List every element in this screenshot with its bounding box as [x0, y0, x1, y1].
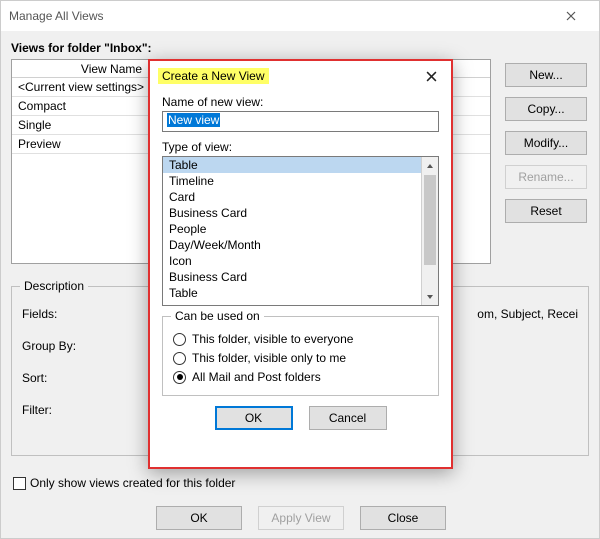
copy-button[interactable]: Copy...: [505, 97, 587, 121]
chevron-down-icon: [426, 293, 434, 301]
list-item[interactable]: Table: [163, 157, 421, 173]
list-item[interactable]: Icon: [163, 253, 421, 269]
list-item[interactable]: Timeline: [163, 173, 421, 189]
usedon-label-2: This folder, visible only to me: [192, 351, 346, 365]
only-show-label: Only show views created for this folder: [30, 476, 235, 490]
description-legend: Description: [20, 279, 88, 293]
cnv-titlebar: Create a New View: [150, 61, 451, 91]
list-item[interactable]: Card: [163, 189, 421, 205]
mav-titlebar: Manage All Views: [1, 1, 599, 31]
new-button[interactable]: New...: [505, 63, 587, 87]
chevron-up-icon: [426, 162, 434, 170]
cnv-title: Create a New View: [158, 68, 269, 84]
create-new-view-dialog: Create a New View Name of new view: New …: [148, 59, 453, 469]
scroll-up-button[interactable]: [422, 157, 438, 174]
usedon-label-1: This folder, visible to everyone: [192, 332, 353, 346]
can-be-used-on-group: Can be used on This folder, visible to e…: [162, 316, 439, 396]
ok-button[interactable]: OK: [156, 506, 242, 530]
usedon-option-1[interactable]: This folder, visible to everyone: [173, 332, 428, 346]
list-item[interactable]: Business Card: [163, 205, 421, 221]
sort-label: Sort:: [22, 371, 94, 385]
radio-icon: [173, 352, 186, 365]
cnv-ok-button[interactable]: OK: [215, 406, 293, 430]
name-of-view-label: Name of new view:: [162, 95, 439, 109]
apply-view-button: Apply View: [258, 506, 344, 530]
filter-label: Filter:: [22, 403, 94, 417]
scrollbar-thumb[interactable]: [424, 175, 436, 265]
cnv-close-button[interactable]: [411, 62, 451, 90]
radio-icon: [173, 333, 186, 346]
cnv-cancel-button[interactable]: Cancel: [309, 406, 387, 430]
list-item[interactable]: Day/Week/Month: [163, 237, 421, 253]
close-button[interactable]: Close: [360, 506, 446, 530]
type-of-view-listbox[interactable]: Table Timeline Card Business Card People…: [162, 156, 439, 306]
close-icon: [426, 71, 437, 82]
list-item[interactable]: Table: [163, 285, 421, 301]
views-for-folder-label: Views for folder "Inbox":: [11, 41, 589, 55]
name-of-view-value: New view: [167, 113, 220, 127]
radio-icon: [173, 371, 186, 384]
modify-button[interactable]: Modify...: [505, 131, 587, 155]
manage-all-views-dialog: Manage All Views Views for folder "Inbox…: [0, 0, 600, 539]
usedon-option-3[interactable]: All Mail and Post folders: [173, 370, 428, 384]
type-of-view-label: Type of view:: [162, 140, 439, 154]
only-show-views-checkbox-row[interactable]: Only show views created for this folder: [13, 476, 235, 490]
fields-label: Fields:: [22, 307, 94, 321]
listbox-scrollbar[interactable]: [421, 157, 438, 305]
groupby-label: Group By:: [22, 339, 94, 353]
rename-button: Rename...: [505, 165, 587, 189]
usedon-option-2[interactable]: This folder, visible only to me: [173, 351, 428, 365]
usedon-label-3: All Mail and Post folders: [192, 370, 321, 384]
reset-button[interactable]: Reset: [505, 199, 587, 223]
only-show-checkbox[interactable]: [13, 477, 26, 490]
scroll-down-button[interactable]: [422, 288, 438, 305]
list-item[interactable]: People: [163, 221, 421, 237]
mav-title: Manage All Views: [9, 9, 551, 23]
can-be-used-on-legend: Can be used on: [171, 309, 264, 323]
mav-close-button[interactable]: [551, 2, 591, 30]
name-of-view-input[interactable]: New view: [162, 111, 439, 132]
close-icon: [566, 11, 576, 21]
list-item[interactable]: Business Card: [163, 269, 421, 285]
